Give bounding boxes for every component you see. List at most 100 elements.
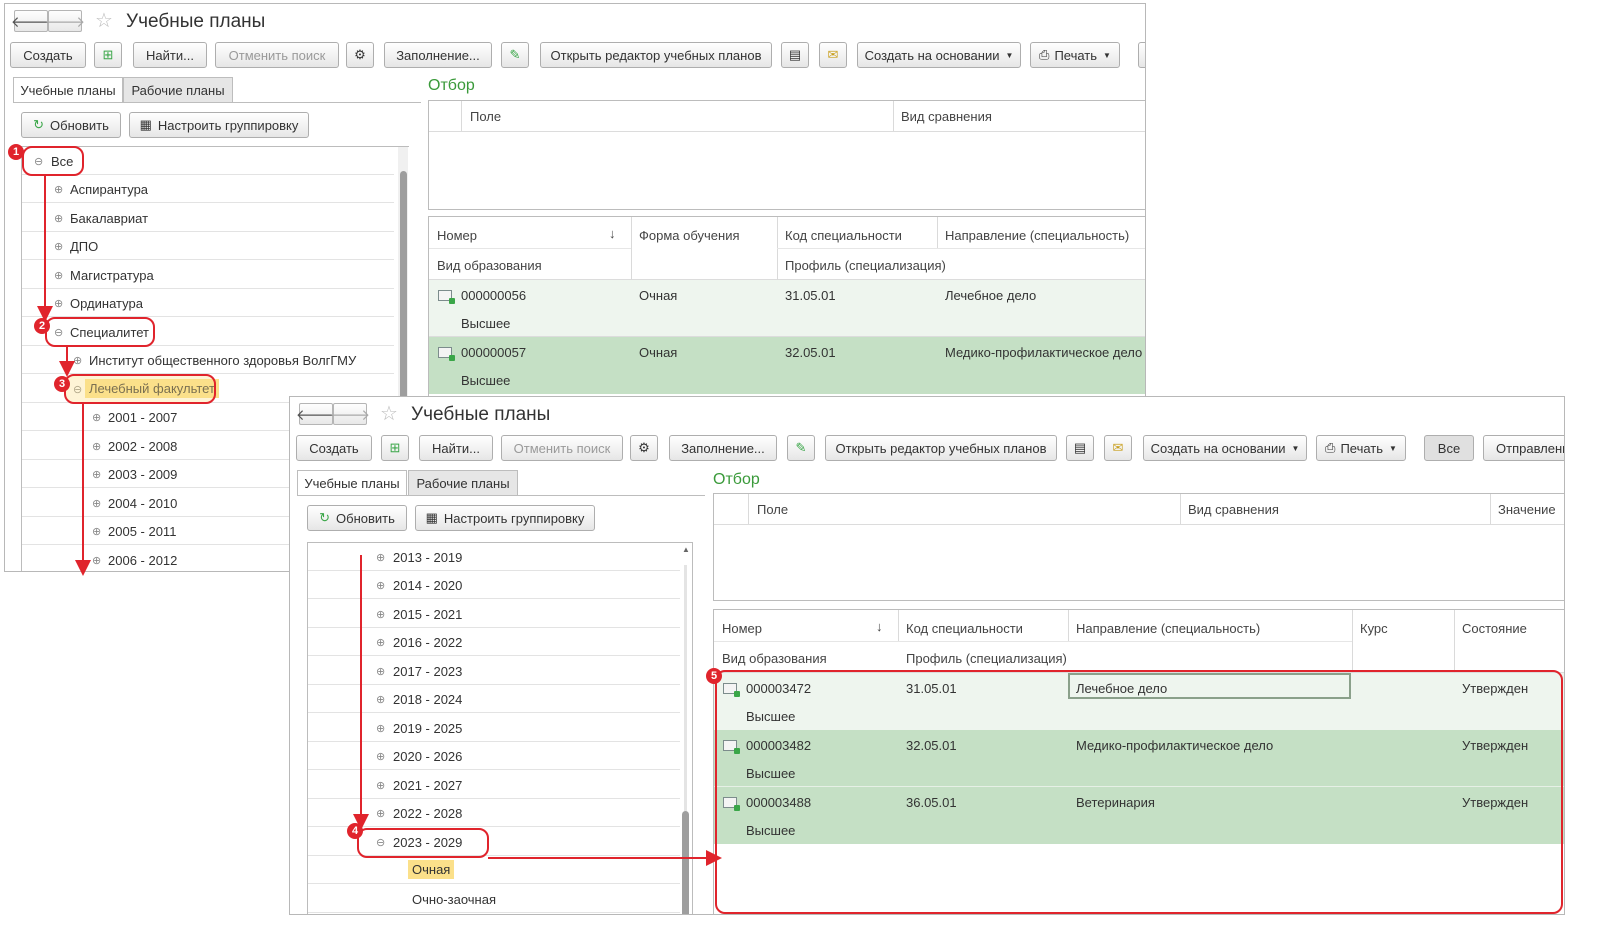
edu-type-header[interactable]: Вид образования — [722, 651, 827, 666]
expand-icon[interactable]: ⊕ — [376, 636, 385, 649]
tree-row-form-selected[interactable]: Очная — [308, 856, 680, 884]
tree-row[interactable]: ⊕ Ординатура — [22, 289, 394, 317]
expand-icon[interactable]: ⊕ — [54, 183, 63, 196]
direction-header[interactable]: Направление (специальность) — [1076, 621, 1260, 636]
create-based-button[interactable]: Создать на основании ▼ — [857, 42, 1021, 68]
code-header[interactable]: Код специальности — [785, 228, 902, 243]
expand-icon[interactable]: ⊕ — [376, 665, 385, 678]
expand-icon[interactable]: ⊕ — [92, 440, 101, 453]
tree-row[interactable]: ⊕ 2022 - 2028 — [308, 799, 680, 827]
profile-header[interactable]: Профиль (специализация) — [785, 258, 946, 273]
edit-icon[interactable]: ✎ — [787, 435, 815, 461]
find-button[interactable]: Найти... — [419, 435, 493, 461]
mail-icon[interactable]: ✉ — [819, 42, 847, 68]
settings-icon[interactable]: ⚙ — [346, 42, 374, 68]
expand-icon[interactable]: ⊕ — [54, 269, 63, 282]
all-button[interactable]: Все — [1424, 435, 1474, 461]
send-button[interactable]: Отправлени — [1483, 435, 1564, 461]
more-button[interactable] — [1138, 42, 1145, 68]
cancel-search-button[interactable]: Отменить поиск — [501, 435, 623, 461]
tree-row[interactable]: ⊕ 2013 - 2019 — [308, 543, 680, 571]
form-header[interactable]: Форма обучения — [639, 228, 740, 243]
fill-button[interactable]: Заполнение... — [384, 42, 492, 68]
create-button[interactable]: Создать — [296, 435, 372, 461]
settings-icon[interactable]: ⚙ — [630, 435, 658, 461]
sort-arrow-icon[interactable]: ↓ — [876, 619, 883, 634]
scroll-up-icon[interactable]: ▲ — [682, 545, 690, 554]
document-icon[interactable]: ▤ — [781, 42, 809, 68]
expand-icon[interactable]: ⊕ — [376, 807, 385, 820]
edit-icon[interactable]: ✎ — [501, 42, 529, 68]
find-button[interactable]: Найти... — [133, 42, 207, 68]
copy-icon[interactable]: ⊞ — [381, 435, 409, 461]
expand-icon[interactable]: ⊕ — [92, 525, 101, 538]
tree-row[interactable]: ⊕ Институт общественного здоровья ВолгГМ… — [22, 346, 394, 374]
tab-study-plans[interactable]: Учебные планы — [13, 77, 123, 102]
tree-row[interactable]: ⊕ ДПО — [22, 232, 394, 260]
expand-icon[interactable]: ⊕ — [92, 497, 101, 510]
back-nav-button[interactable]: 🡐 — [296, 403, 336, 425]
edu-type-header[interactable]: Вид образования — [437, 258, 542, 273]
table-row-selected[interactable]: 000000057 Очная 32.05.01 Медико-профилак… — [429, 337, 1145, 394]
favorite-star-icon[interactable]: ☆ — [95, 8, 113, 33]
expand-icon[interactable]: ⊕ — [376, 779, 385, 792]
tree-row[interactable]: ⊕ 2019 - 2025 — [308, 714, 680, 742]
expand-icon[interactable]: ⊕ — [54, 297, 63, 310]
fill-button[interactable]: Заполнение... — [669, 435, 777, 461]
tree-row[interactable]: ⊕ Аспирантура — [22, 175, 394, 203]
state-header[interactable]: Состояние — [1462, 621, 1527, 636]
forward-nav-button[interactable]: 🡒 — [45, 10, 85, 32]
tree-row[interactable]: ⊕ 2015 - 2021 — [308, 600, 680, 628]
tree-row[interactable]: ⊕ 2020 - 2026 — [308, 742, 680, 770]
profile-header[interactable]: Профиль (специализация) — [906, 651, 1067, 666]
expand-icon[interactable]: ⊕ — [54, 212, 63, 225]
table-row[interactable]: 000000056 Очная 31.05.01 Лечебное дело В… — [429, 280, 1145, 337]
copy-icon[interactable]: ⊞ — [94, 42, 122, 68]
tab-study-plans[interactable]: Учебные планы — [297, 470, 407, 495]
forward-nav-button[interactable]: 🡒 — [330, 403, 370, 425]
tree-row[interactable]: ⊕ 2016 - 2022 — [308, 628, 680, 656]
create-based-button[interactable]: Создать на основании ▼ — [1143, 435, 1307, 461]
grouping-button[interactable]: ▦ Настроить группировку — [415, 505, 595, 531]
expand-icon[interactable]: ⊕ — [376, 750, 385, 763]
expand-icon[interactable]: ⊕ — [376, 551, 385, 564]
number-header[interactable]: Номер — [722, 621, 762, 636]
expand-icon[interactable]: ⊕ — [376, 579, 385, 592]
expand-icon[interactable]: ⊕ — [376, 608, 385, 621]
tree-row[interactable]: ⊕ 2017 - 2023 — [308, 657, 680, 685]
tab-work-plans[interactable]: Рабочие планы — [123, 77, 233, 102]
tab-work-plans[interactable]: Рабочие планы — [408, 470, 518, 495]
expand-icon[interactable]: ⊕ — [92, 411, 101, 424]
expand-icon[interactable]: ⊕ — [92, 554, 101, 567]
direction-header[interactable]: Направление (специальность) — [945, 228, 1129, 243]
cancel-search-button[interactable]: Отменить поиск — [215, 42, 339, 68]
favorite-star-icon[interactable]: ☆ — [380, 401, 398, 426]
document-icon[interactable]: ▤ — [1066, 435, 1094, 461]
create-button[interactable]: Создать — [10, 42, 86, 68]
expand-icon[interactable]: ⊕ — [376, 693, 385, 706]
code-header[interactable]: Код специальности — [906, 621, 1023, 636]
refresh-button[interactable]: ↻ Обновить — [21, 112, 121, 138]
print-button[interactable]: ⎙ Печать ▼ — [1030, 42, 1120, 68]
tree-row[interactable]: ⊕ Бакалавриат — [22, 204, 394, 232]
back-nav-button[interactable]: 🡐 — [11, 10, 51, 32]
mail-icon[interactable]: ✉ — [1104, 435, 1132, 461]
tree-row[interactable]: Очно-заочная — [308, 885, 680, 913]
open-editor-button[interactable]: Открыть редактор учебных планов — [540, 42, 772, 68]
expand-icon[interactable]: ⊕ — [73, 354, 82, 367]
course-header[interactable]: Курс — [1360, 621, 1388, 636]
expand-icon[interactable]: ⊕ — [92, 468, 101, 481]
tree-row[interactable]: ⊕ 2014 - 2020 — [308, 571, 680, 599]
open-editor-button[interactable]: Открыть редактор учебных планов — [825, 435, 1057, 461]
tree-scroll-thumb[interactable] — [682, 811, 689, 914]
number-header[interactable]: Номер — [437, 228, 477, 243]
tree-scroll-track[interactable] — [684, 565, 687, 811]
print-button[interactable]: ⎙ Печать ▼ — [1316, 435, 1406, 461]
expand-icon[interactable]: ⊕ — [54, 240, 63, 253]
expand-icon[interactable]: ⊕ — [376, 722, 385, 735]
sort-arrow-icon[interactable]: ↓ — [609, 226, 616, 241]
tree-row[interactable]: ⊕ 2021 - 2027 — [308, 771, 680, 799]
refresh-button[interactable]: ↻ Обновить — [307, 505, 407, 531]
grouping-button[interactable]: ▦ Настроить группировку — [129, 112, 309, 138]
tree-row[interactable]: ⊕ 2018 - 2024 — [308, 685, 680, 713]
